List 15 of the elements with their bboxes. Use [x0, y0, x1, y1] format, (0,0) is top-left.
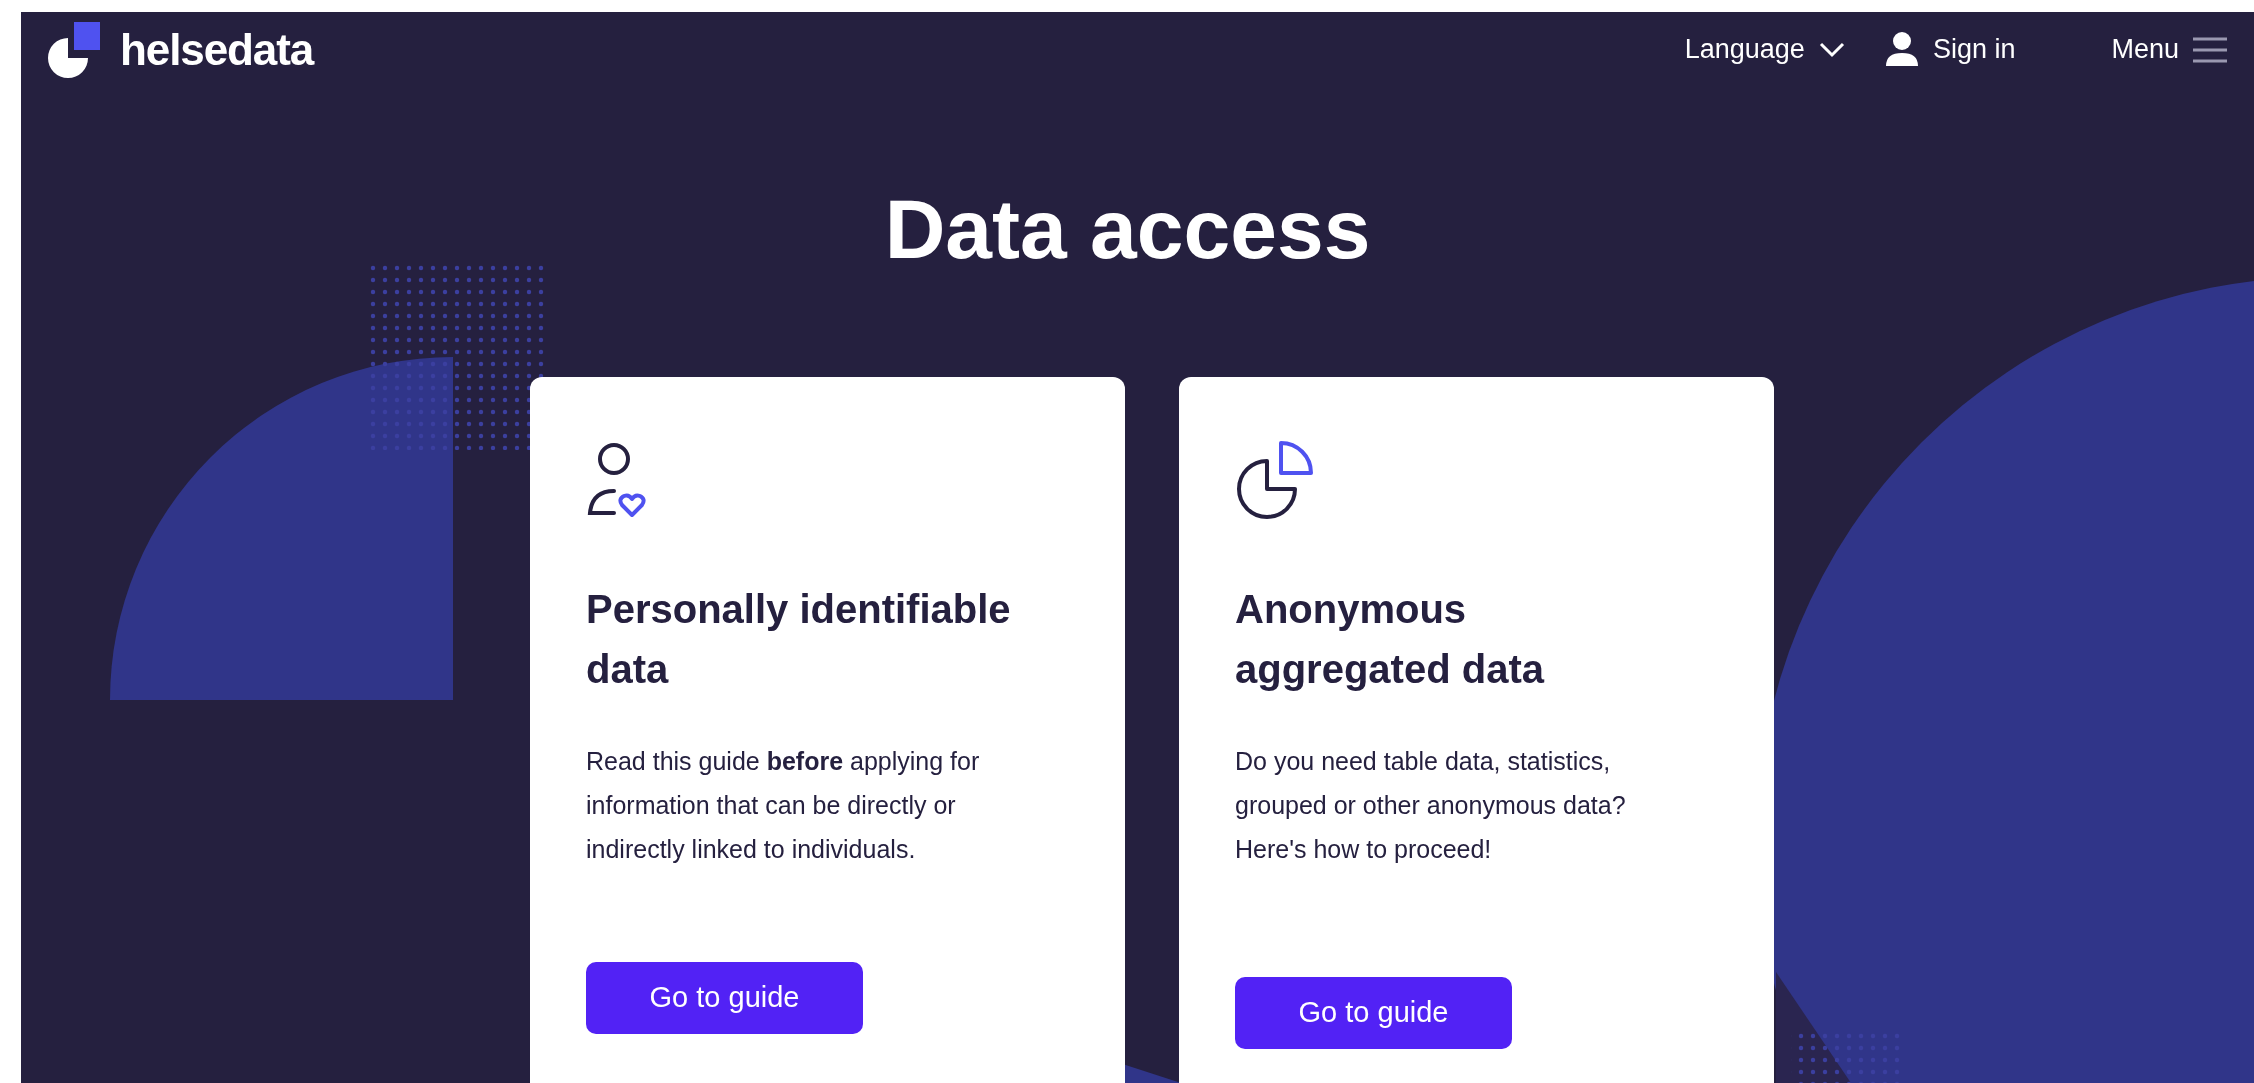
sign-in-button[interactable]: Sign in [1884, 29, 2016, 70]
card-description: Do you need table data, statistics, grouped or other anonymous data? Here's how to proceed! [1235, 746, 1627, 865]
go-to-guide-button[interactable]: Go to guide [1235, 977, 1512, 1049]
logo-text[interactable]: helsedata [120, 16, 314, 83]
page-title: Data access [883, 187, 1372, 271]
pie-chart-icon [1235, 441, 1315, 521]
menu-icon [2193, 35, 2227, 64]
card-heading: Personally identifiable data [586, 586, 1012, 693]
menu-button[interactable]: Menu [2111, 29, 2227, 70]
chevron-down-icon [1818, 41, 1845, 58]
language-button[interactable]: Language [1684, 29, 1845, 70]
card-heading: Anonymous aggregated data [1235, 586, 1546, 693]
go-to-guide-button[interactable]: Go to guide [586, 962, 863, 1034]
card-description: Read this guide before applying for information that can be directly or indirectly linked to individuals. [586, 746, 981, 865]
user-icon [1884, 31, 1919, 68]
